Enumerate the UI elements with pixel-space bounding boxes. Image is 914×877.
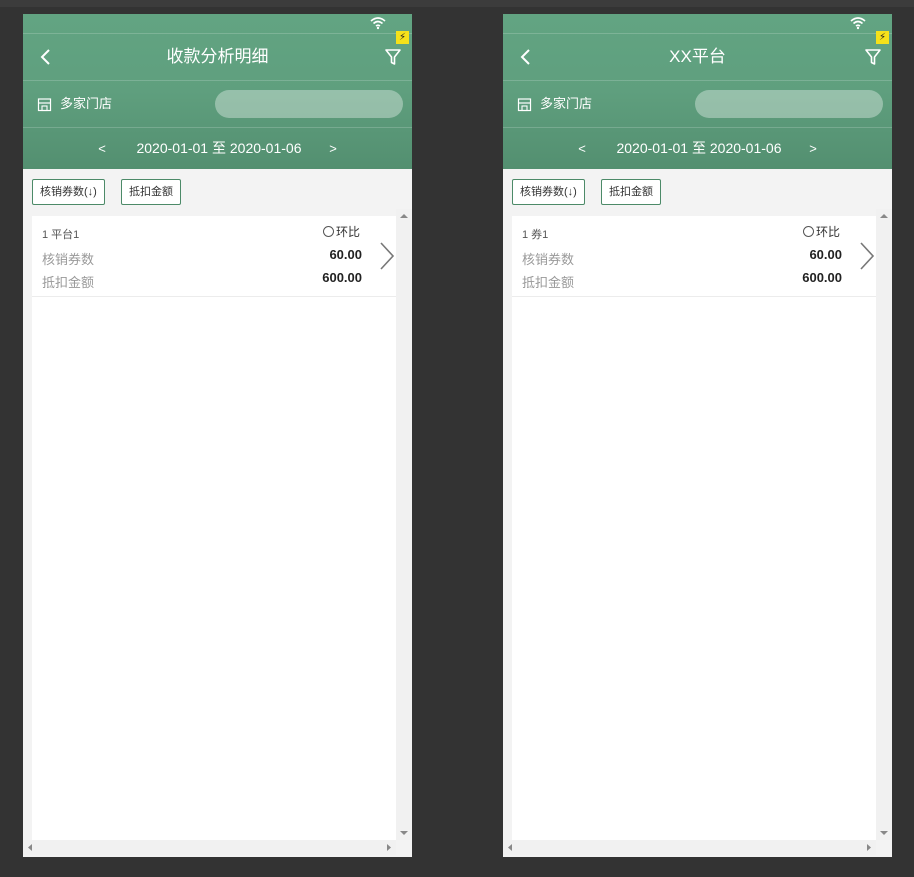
status-bar [23,14,412,34]
sort-bar: 核销券数(↓) 抵扣金额 [23,169,412,209]
filter-icon[interactable] [864,47,882,67]
list-area: 1 券1 环比 核销券数 60.00 抵扣金额 600.00 [503,209,892,857]
result-list: 1 券1 环比 核销券数 60.00 抵扣金额 600.00 [512,216,876,840]
sort-button-amount[interactable]: 抵扣金额 [601,179,661,205]
store-icon [37,98,52,112]
date-range[interactable]: 2020-01-01 至 2020-01-06 [599,128,799,169]
back-icon[interactable] [37,46,55,68]
store-selector[interactable]: 多家门店 [540,81,592,127]
phone-screen-1: ⚡ 收款分析明细 多家门店 < 2020-01-01 至 2020-01-06 … [23,14,412,857]
nav-bar: 收款分析明细 [23,34,412,81]
store-icon [517,98,532,112]
scroll-down-icon[interactable] [876,826,892,840]
search-input[interactable] [695,90,883,118]
page-title: 收款分析明细 [166,47,269,66]
horizontal-scrollbar[interactable] [503,840,876,855]
compare-toggle[interactable]: 环比 [803,223,840,240]
window-top-bar [0,0,914,7]
date-next-button[interactable]: > [323,128,343,169]
compare-label: 环比 [336,225,361,239]
metric-label: 核销券数 [42,252,95,267]
header: ⚡ 收款分析明细 多家门店 < 2020-01-01 至 2020-01-06 … [23,14,412,169]
scroll-right-icon[interactable] [382,840,396,855]
chevron-right-icon[interactable] [856,240,876,272]
store-selector[interactable]: 多家门店 [60,81,112,127]
status-bar [503,14,892,34]
compare-toggle[interactable]: 环比 [323,223,360,240]
wifi-icon [370,17,386,30]
header: ⚡ XX平台 多家门店 < 2020-01-01 至 2020-01-06 > [503,14,892,169]
filter-icon[interactable] [384,47,402,67]
radio-icon[interactable] [803,226,814,237]
result-list: 1 平台1 环比 核销券数 60.00 抵扣金额 600.00 [32,216,396,840]
date-next-button[interactable]: > [803,128,823,169]
metric-value: 600.00 [322,270,362,285]
metric-value: 60.00 [329,247,362,262]
phone-screen-2: ⚡ XX平台 多家门店 < 2020-01-01 至 2020-01-06 > [503,14,892,857]
metric-label: 核销券数 [522,252,575,267]
metric-value: 60.00 [809,247,842,262]
vertical-scrollbar[interactable] [396,209,412,840]
wifi-icon [850,17,866,30]
sort-button-coupons[interactable]: 核销券数(↓) [32,179,105,205]
item-name: 1 平台1 [42,229,80,241]
metric-label: 抵扣金额 [522,275,575,290]
metric-value: 600.00 [802,270,842,285]
page-title: XX平台 [669,47,726,66]
store-bar: 多家门店 [503,81,892,128]
metric-label: 抵扣金额 [42,275,95,290]
scroll-left-icon[interactable] [503,840,517,855]
chevron-right-icon[interactable] [376,240,396,272]
search-input[interactable] [215,90,403,118]
nav-bar: XX平台 [503,34,892,81]
sort-bar: 核销券数(↓) 抵扣金额 [503,169,892,209]
scroll-down-icon[interactable] [396,826,412,840]
list-item[interactable]: 1 券1 环比 核销券数 60.00 抵扣金额 600.00 [512,216,876,297]
vertical-scrollbar[interactable] [876,209,892,840]
scroll-up-icon[interactable] [876,209,892,223]
back-icon[interactable] [517,46,535,68]
sort-button-amount[interactable]: 抵扣金额 [121,179,181,205]
list-item[interactable]: 1 平台1 环比 核销券数 60.00 抵扣金额 600.00 [32,216,396,297]
scroll-right-icon[interactable] [862,840,876,855]
date-bar: < 2020-01-01 至 2020-01-06 > [503,128,892,169]
horizontal-scrollbar[interactable] [23,840,396,855]
date-prev-button[interactable]: < [92,128,112,169]
scroll-left-icon[interactable] [23,840,37,855]
scroll-up-icon[interactable] [396,209,412,223]
date-bar: < 2020-01-01 至 2020-01-06 > [23,128,412,169]
radio-icon[interactable] [323,226,334,237]
date-range[interactable]: 2020-01-01 至 2020-01-06 [119,128,319,169]
store-bar: 多家门店 [23,81,412,128]
item-name: 1 券1 [522,229,549,241]
list-area: 1 平台1 环比 核销券数 60.00 抵扣金额 600.00 [23,209,412,857]
date-prev-button[interactable]: < [572,128,592,169]
compare-label: 环比 [816,225,841,239]
sort-button-coupons[interactable]: 核销券数(↓) [512,179,585,205]
